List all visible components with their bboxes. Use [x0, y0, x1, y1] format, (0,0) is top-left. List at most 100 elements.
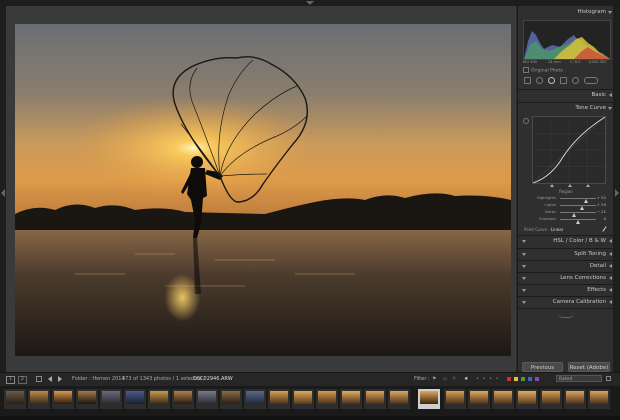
point-curve-row[interactable]: Point Curve : Linear [524, 227, 563, 232]
blue-label-icon[interactable] [528, 377, 532, 381]
filmstrip-thumbnail[interactable] [292, 389, 314, 409]
lens-corrections-header[interactable]: Lens Corrections [518, 273, 614, 284]
purple-label-icon[interactable] [535, 377, 539, 381]
slider-darks-value[interactable]: − 21 [597, 209, 606, 214]
filmstrip-thumbnail[interactable] [468, 389, 490, 409]
reject-filter-icon[interactable]: ⚐ [452, 376, 456, 382]
adjustment-brush-icon[interactable] [584, 77, 598, 84]
window-1-button[interactable]: 1 [6, 376, 15, 384]
filmstrip-thumbnail[interactable] [588, 389, 610, 409]
filmstrip-thumbnail[interactable] [540, 389, 562, 409]
filmstrip-scrollbar[interactable] [0, 416, 620, 420]
graduated-filter-icon[interactable] [560, 77, 567, 84]
original-photo-toggle[interactable]: Original Photo [523, 67, 563, 74]
filter-dropdown[interactable]: Rated [556, 375, 602, 382]
filmstrip-thumbnail[interactable] [28, 389, 50, 409]
basic-label: Basic [591, 92, 606, 98]
filmstrip-thumbnail[interactable] [492, 389, 514, 409]
split-toning-header[interactable]: Split Toning [518, 249, 614, 260]
radial-filter-icon[interactable] [572, 77, 579, 84]
red-label-icon[interactable] [507, 377, 511, 381]
image-view [6, 6, 516, 372]
filmstrip-thumbnail[interactable] [4, 389, 26, 409]
slider-highlights[interactable]: Highlights + 52 [526, 195, 610, 203]
color-label-filter[interactable] [507, 376, 547, 382]
detail-header[interactable]: Detail [518, 261, 614, 272]
split-toning-collapse-icon [522, 253, 526, 256]
slider-shadows-thumb[interactable] [576, 220, 580, 224]
slider-lights-value[interactable]: + 29 [597, 202, 606, 207]
forward-arrow-icon[interactable] [58, 376, 62, 382]
filter-label: Filter : [414, 376, 430, 382]
collapse-right-icon [615, 189, 619, 197]
filmstrip-thumbnail[interactable] [220, 389, 242, 409]
filmstrip-thumbnail[interactable] [172, 389, 194, 409]
slider-shadows-value[interactable]: 0 [604, 216, 606, 221]
filmstrip-thumbnail[interactable] [364, 389, 386, 409]
effects-header[interactable]: Effects [518, 285, 614, 296]
unflagged-filter-icon[interactable]: ◇ [443, 376, 447, 382]
slider-highlights-value[interactable]: + 52 [597, 195, 606, 200]
camera-calibration-label: Camera Calibration [552, 299, 606, 305]
filmstrip-thumbnail[interactable] [388, 389, 410, 409]
reset-button[interactable]: Reset (Adobe) [568, 362, 610, 372]
slider-lights[interactable]: Lights + 29 [526, 202, 610, 210]
hsl-header[interactable]: HSL / Color / B & W [518, 236, 614, 247]
curve-split-handles[interactable] [532, 184, 604, 188]
histogram-header[interactable]: Histogram [518, 7, 614, 18]
tone-curve-header[interactable]: Tone Curve [518, 103, 614, 114]
filter-value: Rated [559, 377, 573, 382]
filmstrip-thumbnail-selected[interactable] [418, 389, 440, 409]
filmstrip-thumbnail[interactable] [124, 389, 146, 409]
slider-shadows[interactable]: Shadows 0 [526, 216, 610, 224]
filmstrip-thumbnail[interactable] [244, 389, 266, 409]
panel-end-ornament-icon [558, 313, 574, 318]
expand-lens-icon [609, 276, 612, 280]
filename-dropdown[interactable]: DSC02946.ARW [193, 376, 233, 382]
previous-button[interactable]: Previous [522, 362, 563, 372]
yellow-label-icon[interactable] [514, 377, 518, 381]
basic-header[interactable]: Basic [518, 90, 614, 101]
star-filter-icon[interactable]: ★ [464, 376, 468, 382]
flag-filter-icon[interactable]: ⚑ [432, 376, 436, 382]
spot-removal-icon[interactable] [536, 77, 543, 84]
slider-darks[interactable]: Darks − 21 [526, 209, 610, 217]
slider-lights-label: Lights [544, 202, 556, 207]
filmstrip-thumbnail[interactable] [76, 389, 98, 409]
hist-aperture: f / 8.0 [570, 60, 581, 64]
filter-lock-icon[interactable] [606, 376, 611, 381]
expand-basic-icon [609, 93, 612, 97]
tone-curve-graph[interactable] [532, 116, 606, 184]
grid-view-icon[interactable] [36, 376, 42, 382]
right-panel-toggle[interactable] [613, 6, 620, 372]
point-curve-value[interactable]: Linear [551, 227, 563, 232]
filmstrip-thumbnail[interactable] [52, 389, 74, 409]
back-arrow-icon[interactable] [48, 376, 52, 382]
expand-hsl-icon [609, 239, 612, 243]
filmstrip-thumbnail[interactable] [268, 389, 290, 409]
expand-effects-icon [609, 288, 612, 292]
collapse-histogram-icon [608, 11, 612, 14]
expand-split-toning-icon [609, 252, 612, 256]
green-label-icon[interactable] [521, 377, 525, 381]
filmstrip[interactable] [0, 386, 620, 420]
filmstrip-thumbnail[interactable] [564, 389, 586, 409]
split-toning-label: Split Toning [574, 251, 606, 257]
filmstrip-thumbnail[interactable] [340, 389, 362, 409]
filmstrip-thumbnail[interactable] [196, 389, 218, 409]
filmstrip-thumbnail[interactable] [316, 389, 338, 409]
window-2-button[interactable]: 2 [18, 376, 27, 384]
rating-dots[interactable]: • • • • [476, 376, 500, 382]
targeted-adjust-icon[interactable] [523, 118, 529, 124]
slider-darks-label: Darks [545, 209, 556, 214]
filmstrip-thumbnail[interactable] [100, 389, 122, 409]
filmstrip-thumbnail[interactable] [148, 389, 170, 409]
filmstrip-thumbnail[interactable] [516, 389, 538, 409]
original-photo-checkbox[interactable] [523, 67, 529, 73]
edit-point-curve-icon[interactable] [602, 226, 607, 232]
camera-calibration-header[interactable]: Camera Calibration [518, 297, 614, 308]
hsl-label: HSL / Color / B & W [553, 238, 606, 244]
crop-tool-icon[interactable] [524, 77, 531, 84]
red-eye-icon[interactable] [548, 77, 555, 84]
filmstrip-thumbnail[interactable] [444, 389, 466, 409]
